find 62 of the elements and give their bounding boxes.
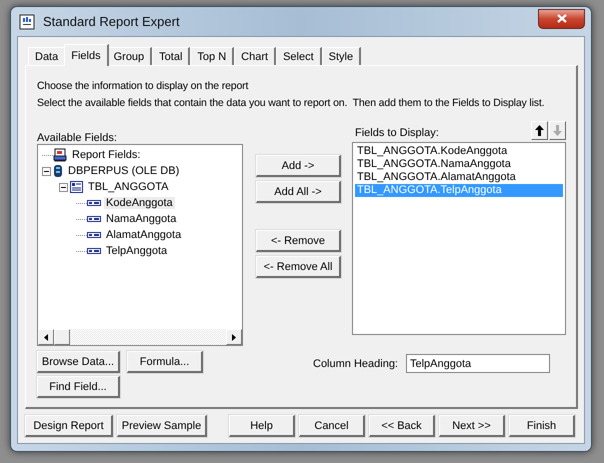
available-fields-label: Available Fields:: [37, 131, 118, 145]
cancel-button[interactable]: Cancel: [299, 415, 365, 437]
horizontal-scrollbar[interactable]: [38, 329, 242, 345]
formula-button[interactable]: Formula...: [127, 351, 203, 373]
tree-item[interactable]: TelpAnggota: [104, 245, 170, 257]
move-up-button[interactable]: [531, 121, 548, 140]
help-button[interactable]: Help: [229, 415, 295, 437]
minus-icon: [44, 168, 49, 174]
browse-data-button[interactable]: Browse Data...: [37, 351, 120, 373]
list-item[interactable]: TBL_ANGGOTA.NamaAnggota: [355, 158, 563, 171]
remove-all-button[interactable]: <- Remove All: [256, 256, 341, 278]
app-icon: [19, 14, 35, 30]
field-icon: [87, 216, 101, 222]
fields-list[interactable]: TBL_ANGGOTA.KodeAnggota TBL_ANGGOTA.NamaAnggota TBL_ANGGOTA.AlamatAnggota TBL_ANGGOTA.TelpAnggota: [352, 142, 566, 335]
left-arrow-icon: [44, 334, 48, 340]
tree-item[interactable]: AlamatAnggota: [104, 229, 184, 241]
minus-icon: [61, 184, 66, 190]
tree-item[interactable]: NamaAnggota: [104, 213, 178, 225]
close-button[interactable]: [538, 8, 585, 28]
tree-item[interactable]: Report Fields:: [70, 149, 142, 161]
tree-item[interactable]: DBPERPUS (OLE DB): [66, 165, 182, 177]
collapse-toggle[interactable]: [42, 166, 51, 176]
tree-item[interactable]: TBL_ANGGOTA: [86, 181, 170, 193]
close-icon: [556, 14, 566, 23]
down-arrow-icon: [553, 125, 562, 136]
back-button[interactable]: << Back: [369, 415, 435, 437]
fields-to-display-label: Fields to Display:: [355, 126, 439, 140]
list-item[interactable]: TBL_ANGGOTA.AlamatAnggota: [355, 171, 563, 184]
right-arrow-icon: [232, 334, 236, 340]
column-heading-label: Column Heading:: [313, 356, 398, 370]
instruction-text: Choose the information to display on the report: [37, 79, 248, 94]
tab[interactable]: Style: [322, 47, 362, 65]
up-arrow-icon: [535, 125, 544, 136]
design-report-button[interactable]: Design Report: [25, 415, 113, 437]
field-icon: [87, 248, 101, 254]
list-item[interactable]: TBL_ANGGOTA.KodeAnggota: [355, 145, 563, 158]
field-tree[interactable]: Report Fields: DBPERPUS (OLE DB) TBL_ANGGOTA KodeAnggota NamaAnggota AlamatAnggota TelpAnggota: [37, 144, 243, 346]
instruction-text: Select the available fields that contain the data you want to report on. Then add them to the Fields to Display list.: [37, 96, 544, 111]
tab[interactable]: Data: [28, 47, 66, 65]
table-icon: [70, 181, 83, 193]
tab[interactable]: Chart: [234, 47, 276, 65]
field-icon: [87, 232, 101, 238]
window-title: Standard Report Expert: [43, 14, 180, 29]
preview-sample-button[interactable]: Preview Sample: [117, 415, 207, 437]
tab[interactable]: Fields: [64, 44, 109, 66]
scroll-thumb[interactable]: [54, 329, 70, 345]
collapse-toggle[interactable]: [59, 182, 68, 192]
tree-item[interactable]: KodeAnggota: [104, 197, 175, 209]
remove-button[interactable]: <- Remove: [256, 230, 341, 252]
field-icon: [87, 200, 101, 206]
finish-button[interactable]: Finish: [509, 415, 575, 437]
next-button[interactable]: Next >>: [439, 415, 505, 437]
tab[interactable]: Group: [106, 47, 152, 65]
database-icon: [53, 164, 63, 178]
find-field-button[interactable]: Find Field...: [37, 376, 120, 398]
add-button[interactable]: Add ->: [256, 155, 341, 177]
column-heading-field[interactable]: TelpAnggota: [406, 354, 550, 373]
tab[interactable]: Total: [152, 47, 190, 65]
add-all-button[interactable]: Add All ->: [256, 181, 341, 203]
report-icon: [53, 148, 67, 162]
tab[interactable]: Select: [276, 47, 322, 65]
tab[interactable]: Top N: [190, 47, 234, 65]
